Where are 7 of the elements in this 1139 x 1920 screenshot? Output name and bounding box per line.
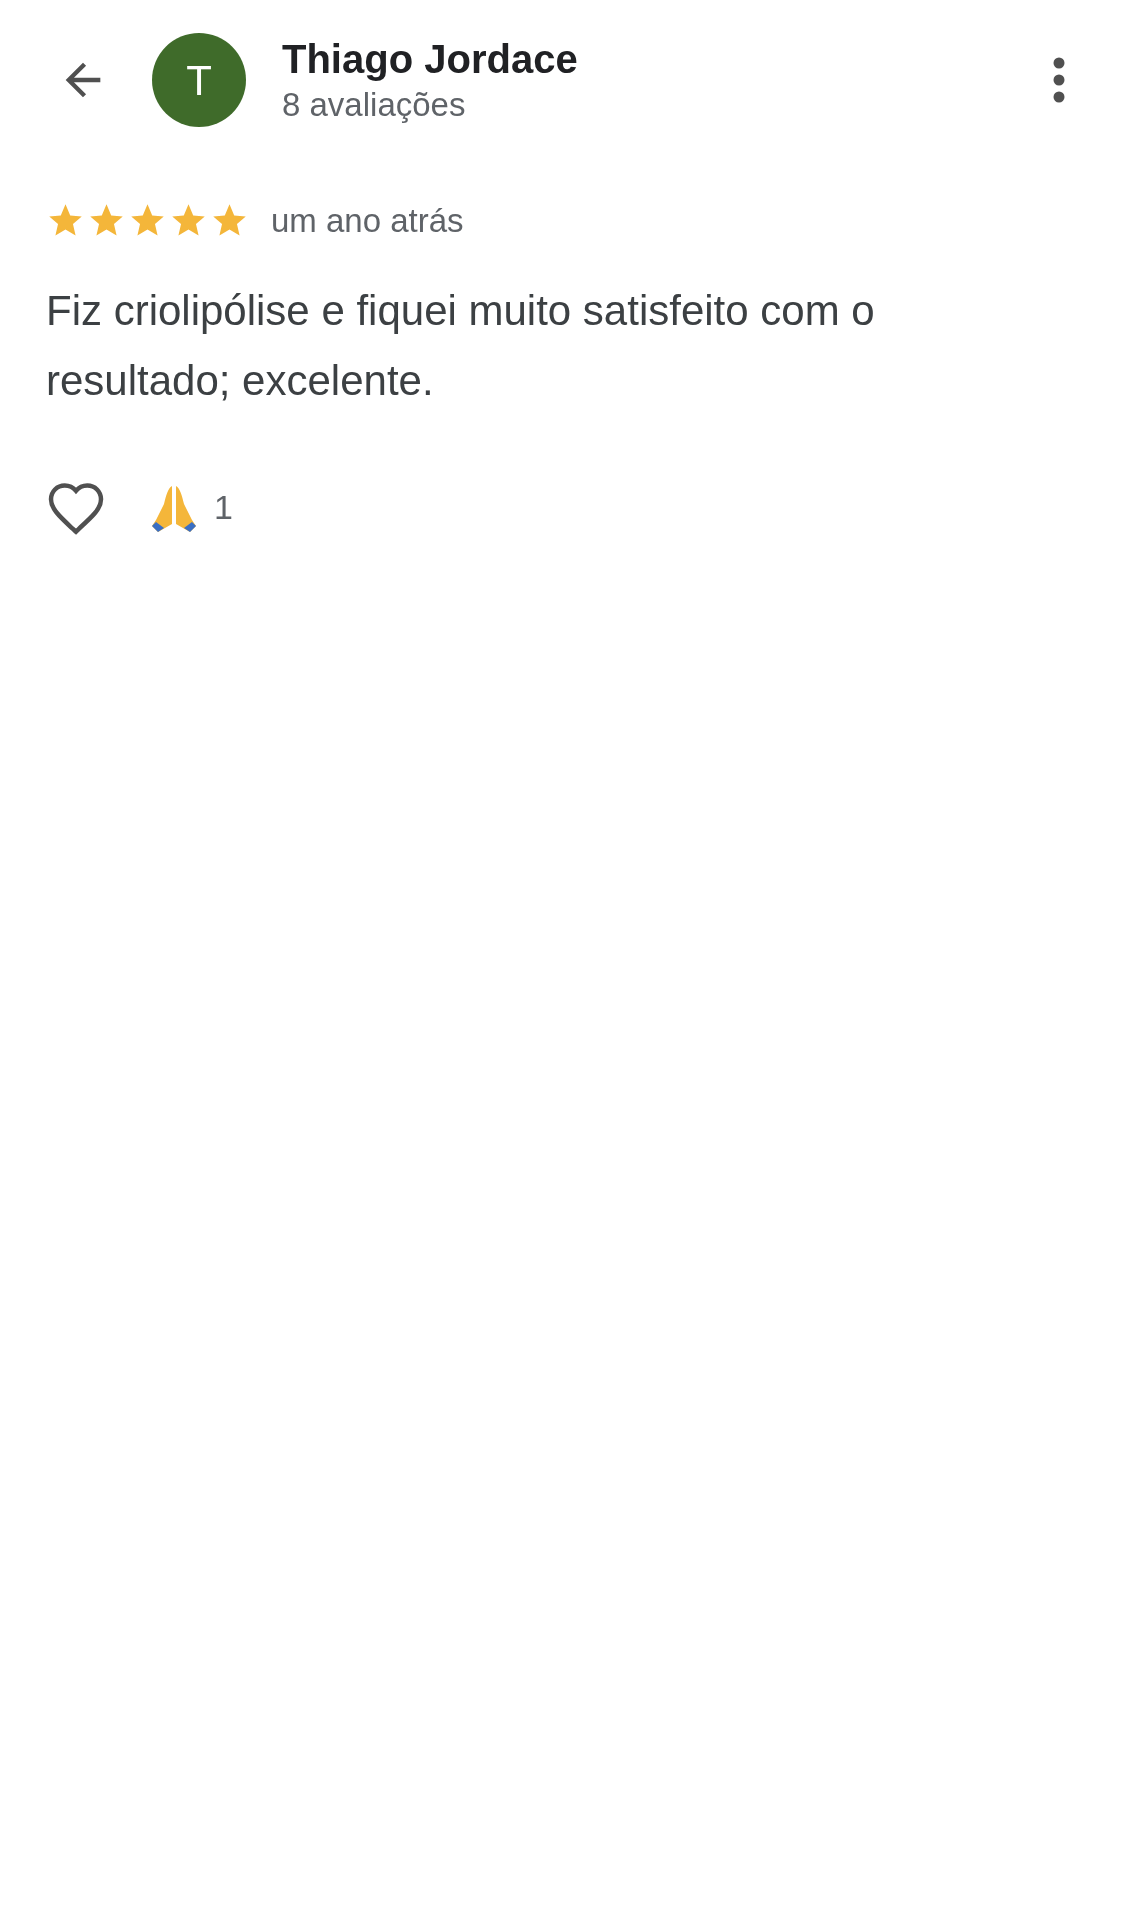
review-count: 8 avaliações — [282, 85, 467, 126]
review-text: Fiz criolipólise e fiquei muito satisfeito com o resultado; excelente. — [46, 285, 876, 406]
more-icon — [1052, 56, 1066, 104]
reaction-count: 1 — [214, 487, 233, 528]
reviewer-name[interactable]: Thiago Jordace — [282, 34, 578, 85]
avatar: T — [152, 33, 246, 127]
review-time: um ano atrás — [271, 201, 464, 241]
